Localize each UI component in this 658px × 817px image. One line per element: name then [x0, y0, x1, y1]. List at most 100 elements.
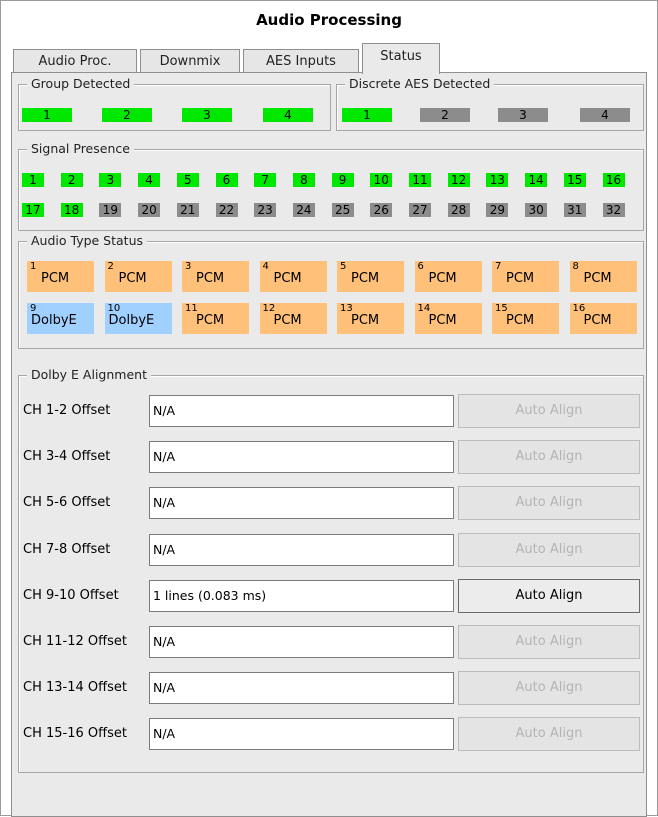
audio-type-ch7: 7 PCM: [492, 261, 559, 292]
offset-row-label: CH 5-6 Offset: [23, 495, 111, 511]
signal-24-indicator: 24: [292, 203, 315, 217]
audio-type-ch4: 4 PCM: [259, 261, 327, 292]
audio-type-status-box: Audio Type Status 1 PCM 2 PCM 3 PCM 4 PCM 5 PCM 6 P…: [18, 234, 644, 349]
tab-status[interactable]: Status: [362, 43, 440, 74]
aes-1-indicator: 1: [342, 108, 392, 122]
audio-type-label: DolbyE: [108, 313, 155, 328]
signal-31-indicator: 31: [563, 203, 586, 217]
dolby-alignment-label: Dolby E Alignment: [27, 368, 151, 382]
audio-type-ch6: 6 PCM: [414, 261, 482, 292]
auto-align-button[interactable]: Auto Align: [458, 578, 640, 613]
offset-value-field: N/A: [149, 672, 454, 705]
tab-downmix[interactable]: Downmix: [140, 49, 240, 73]
signal-32-indicator: 32: [602, 203, 625, 217]
page-title: Audio Processing: [256, 11, 402, 29]
audio-type-ch13: 13 PCM: [337, 303, 404, 334]
audio-type-ch1: 1 PCM: [27, 261, 94, 292]
signal-12-indicator: 12: [447, 173, 470, 187]
signal-20-indicator: 20: [138, 203, 161, 217]
offset-value-field: N/A: [149, 533, 454, 566]
audio-type-label: DolbyE: [31, 313, 77, 328]
offset-row-label: CH 7-8 Offset: [23, 541, 111, 557]
audio-type-ch16: 16 PCM: [569, 303, 637, 334]
audio-type-ch8: 8 PCM: [569, 261, 637, 292]
discrete-aes-label: Discrete AES Detected: [345, 77, 495, 91]
signal-28-indicator: 28: [447, 203, 470, 217]
signal-9-indicator: 9: [331, 173, 354, 187]
signal-1-indicator: 1: [22, 173, 44, 187]
audio-type-ch9: 9 DolbyE: [27, 303, 94, 334]
audio-type-ch5: 5 PCM: [337, 261, 404, 292]
signal-17-indicator: 17: [22, 203, 44, 217]
channel-number: 7: [495, 261, 502, 272]
aes-2-indicator: 2: [420, 108, 470, 122]
group-3-indicator: 3: [182, 108, 232, 122]
offset-value-field: N/A: [149, 718, 454, 751]
offset-value-field: N/A: [149, 441, 454, 474]
offset-value-field: N/A: [149, 487, 454, 520]
signal-29-indicator: 29: [486, 203, 509, 217]
signal-14-indicator: 14: [525, 173, 548, 187]
status-panel: Group Detected 1234 Discrete AES Detecte…: [11, 72, 647, 817]
tab-aes-inputs[interactable]: AES Inputs: [243, 49, 359, 73]
audio-type-label: PCM: [583, 313, 612, 328]
auto-align-button: Auto Align: [458, 717, 640, 752]
audio-type-ch2: 2 PCM: [104, 261, 172, 292]
audio-type-ch11: 11 PCM: [182, 303, 249, 334]
offset-row-label: CH 11-12 Offset: [23, 634, 127, 649]
group-detected-box: Group Detected 1 2 3 4: [18, 77, 331, 131]
channel-number: 5: [340, 261, 347, 272]
signal-16-indicator: 16: [602, 173, 625, 187]
signal-11-indicator: 11: [409, 173, 431, 187]
group-1-indicator: 1: [22, 108, 72, 122]
audio-type-label: PCM: [506, 313, 535, 328]
signal-7-indicator: 7: [254, 173, 277, 187]
group-4-indicator: 4: [263, 108, 313, 122]
signal-5-indicator: 5: [176, 173, 199, 187]
auto-align-button: Auto Align: [458, 532, 640, 567]
channel-number: 6: [417, 261, 424, 272]
audio-type-label: PCM: [118, 271, 147, 286]
offset-row-label: CH 13-14 Offset: [23, 680, 127, 696]
group-2-indicator: 2: [102, 108, 152, 122]
audio-type-ch14: 14 PCM: [414, 303, 482, 334]
audio-type-label: PCM: [196, 313, 225, 328]
audio-type-label: PCM: [351, 313, 380, 328]
tab-audio-proc[interactable]: Audio Proc.: [13, 49, 137, 73]
audio-type-ch12: 12 PCM: [259, 303, 327, 334]
audio-type-label: PCM: [41, 271, 70, 286]
audio-type-label: PCM: [196, 271, 225, 286]
auto-align-button: Auto Align: [458, 671, 640, 706]
offset-value-field: N/A: [149, 626, 454, 658]
audio-type-label: PCM: [583, 271, 612, 286]
audio-type-ch15: 15 PCM: [492, 303, 559, 334]
signal-13-indicator: 13: [486, 173, 509, 187]
signal-21-indicator: 21: [176, 203, 199, 217]
signal-19-indicator: 19: [99, 203, 122, 217]
signal-22-indicator: 22: [215, 203, 238, 217]
signal-presence-box: Signal Presence 1 2 3 4 5 6 7 8 9 10 11 12 13 14 15 16 1…: [18, 142, 644, 231]
signal-23-indicator: 23: [254, 203, 277, 217]
offset-value-field: 1 lines (0.083 ms): [149, 579, 454, 612]
signal-15-indicator: 15: [563, 173, 586, 187]
audio-type-ch3: 3 PCM: [182, 261, 249, 292]
offset-value-field: N/A: [149, 395, 454, 427]
signal-2-indicator: 2: [60, 173, 83, 187]
group-detected-label: Group Detected: [27, 77, 135, 91]
aes-3-indicator: 3: [498, 108, 548, 122]
audio-type-label: PCM: [428, 271, 457, 286]
signal-4-indicator: 4: [138, 173, 161, 187]
discrete-aes-box: Discrete AES Detected 1 2 3 4: [336, 77, 644, 131]
signal-18-indicator: 18: [60, 203, 83, 217]
signal-3-indicator: 3: [99, 173, 122, 187]
signal-presence-label: Signal Presence: [27, 142, 134, 156]
channel-number: 2: [107, 261, 114, 272]
channel-number: 3: [185, 261, 192, 272]
offset-row-label: CH 3-4 Offset: [23, 449, 111, 465]
audio-type-label: PCM: [506, 271, 535, 286]
audio-type-label: PCM: [273, 271, 302, 286]
channel-number: 4: [262, 261, 269, 272]
auto-align-button: Auto Align: [458, 625, 640, 659]
auto-align-button: Auto Align: [458, 486, 640, 521]
signal-25-indicator: 25: [331, 203, 354, 217]
